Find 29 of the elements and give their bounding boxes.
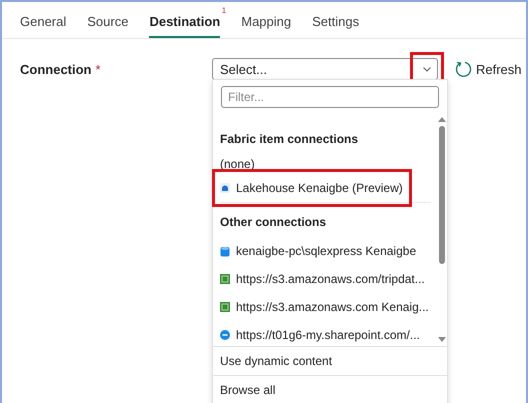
connection-option[interactable]: https://s3.amazonaws.com/tripdat... — [217, 265, 429, 293]
tab[interactable]: Source — [87, 2, 128, 38]
menu-option[interactable]: Browse all — [213, 376, 447, 403]
storage-icon — [220, 302, 230, 312]
refresh-icon — [454, 60, 472, 78]
required-mark: * — [96, 62, 101, 76]
lakehouse-icon — [220, 183, 230, 193]
connection-option[interactable]: https://s3.amazonaws.com Kenaig... — [217, 293, 433, 321]
connection-option[interactable]: Lakehouse Kenaigbe (Preview) — [217, 174, 407, 202]
connection-option[interactable]: kenaigbe-pc\sqlexpress Kenaigbe — [217, 237, 420, 265]
storage-icon — [220, 274, 230, 284]
scrollbar-thumb[interactable] — [439, 126, 445, 264]
refresh-button[interactable]: Refresh — [454, 60, 522, 78]
tab[interactable]: Mapping — [241, 2, 292, 38]
filter-field[interactable]: Filter... — [221, 86, 439, 108]
field-label: Connection — [20, 62, 92, 76]
section-header: Other connections — [220, 202, 431, 237]
database-icon — [220, 246, 230, 256]
menu-option[interactable]: Use dynamic content — [213, 347, 447, 376]
section-header: Fabric item connections — [220, 131, 360, 148]
connection-option[interactable]: (none) — [220, 154, 259, 174]
error-count: 1 — [222, 6, 226, 15]
scroll-up-icon[interactable] — [438, 117, 446, 122]
tab[interactable]: General — [20, 2, 66, 38]
tab[interactable]: Settings — [312, 2, 360, 38]
chevron-down-icon[interactable] — [423, 66, 431, 72]
sharepoint-icon — [220, 330, 230, 340]
scroll-down-icon[interactable] — [438, 337, 446, 342]
connection-option[interactable]: https://t01g6-my.sharepoint.com/... — [217, 321, 424, 349]
